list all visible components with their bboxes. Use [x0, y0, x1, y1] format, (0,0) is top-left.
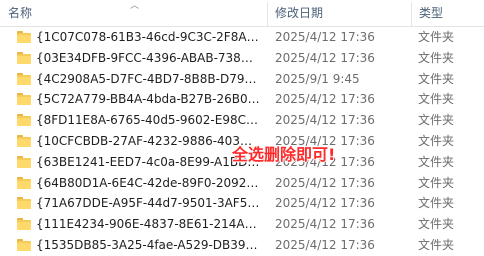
file-list-row[interactable]: {4C2908A5-D7FC-4BD7-8B8B-D795C... 2025/9/…	[0, 69, 484, 90]
file-list-row[interactable]: {64B80D1A-6E4C-42de-89F0-20921C... 2025/4…	[0, 173, 484, 194]
file-name: {64B80D1A-6E4C-42de-89F0-20921C...	[36, 175, 260, 190]
file-name: {4C2908A5-D7FC-4BD7-8B8B-D795C...	[36, 71, 260, 86]
modified-date: 2025/4/12 17:36	[275, 92, 375, 107]
file-list-row[interactable]: {1535DB85-3A25-4fae-A529-DB3905... 2025/4…	[0, 235, 484, 256]
file-type: 文件夹	[418, 196, 455, 211]
modified-date: 2025/4/12 17:36	[275, 237, 375, 252]
folder-icon	[17, 197, 31, 210]
file-type: 文件夹	[418, 217, 455, 232]
folder-icon	[17, 155, 31, 168]
file-type: 文件夹	[418, 175, 455, 190]
column-header-bar: ︿ 名称 修改日期 类型	[0, 0, 484, 27]
file-type: 文件夹	[418, 133, 455, 148]
column-header-date[interactable]: 修改日期	[275, 0, 323, 26]
file-name: {63BE1241-EED7-4c0a-8E99-A1BDDC...	[36, 154, 260, 169]
folder-icon	[17, 31, 31, 43]
file-name: {8FD11E8A-6765-40d5-9602-E98C801...	[36, 113, 260, 128]
column-header-name[interactable]: 名称	[8, 0, 32, 26]
folder-icon	[17, 176, 31, 189]
column-header-type[interactable]: 类型	[419, 0, 443, 26]
folder-icon	[17, 93, 31, 106]
file-name: {03E34DFB-9FCC-4396-ABAB-738CA8...	[36, 50, 260, 65]
file-list-row[interactable]: {111E4234-906E-4837-8E61-214A5FC... 2025/…	[0, 214, 484, 235]
folder-icon	[17, 134, 31, 147]
folder-icon	[17, 114, 31, 127]
annotation-text: 全选删除即可!	[232, 145, 336, 164]
file-list-row[interactable]: {03E34DFB-9FCC-4396-ABAB-738CA8... 2025/4…	[0, 48, 484, 69]
file-type: 文件夹	[418, 50, 455, 65]
file-name: {1535DB85-3A25-4fae-A529-DB3905...	[36, 237, 260, 252]
file-name: {111E4234-906E-4837-8E61-214A5FC...	[36, 217, 260, 232]
column-divider[interactable]	[267, 2, 268, 26]
file-list-row[interactable]: {1C07C078-61B3-46cd-9C3C-2F8AEE... 2025/4…	[0, 27, 484, 48]
file-type: 文件夹	[418, 71, 455, 86]
modified-date: 2025/4/12 17:36	[275, 30, 375, 44]
file-type: 文件夹	[418, 92, 455, 107]
folder-icon	[17, 51, 31, 64]
modified-date: 2025/4/12 17:36	[275, 196, 375, 211]
modified-date: 2025/4/12 17:36	[275, 175, 375, 190]
modified-date: 2025/4/12 17:36	[275, 217, 375, 232]
folder-icon	[17, 238, 31, 251]
sort-ascending-icon: ︿	[130, 1, 140, 11]
file-name: {71A67DDE-A95F-44d7-9501-3AF567...	[36, 196, 260, 211]
column-divider[interactable]	[411, 2, 412, 26]
modified-date: 2025/4/12 17:36	[275, 50, 375, 65]
folder-icon	[17, 218, 31, 231]
file-list-row[interactable]: {8FD11E8A-6765-40d5-9602-E98C801... 2025/…	[0, 110, 484, 131]
file-type: 文件夹	[418, 113, 455, 128]
file-name: {10CFCBDB-27AF-4232-9886-403D58...	[36, 133, 260, 148]
folder-icon	[17, 72, 31, 85]
modified-date: 2025/9/1 9:45	[275, 71, 360, 86]
file-list-row[interactable]: {71A67DDE-A95F-44d7-9501-3AF567... 2025/4…	[0, 193, 484, 214]
modified-date: 2025/4/12 17:36	[275, 113, 375, 128]
file-type: 文件夹	[418, 30, 455, 44]
file-type: 文件夹	[418, 154, 455, 169]
file-name: {5C72A779-BB4A-4bda-B27B-26B0D...	[36, 92, 260, 107]
file-name: {1C07C078-61B3-46cd-9C3C-2F8AEE...	[36, 30, 260, 44]
file-list-row[interactable]: {5C72A779-BB4A-4bda-B27B-26B0D... 2025/4/…	[0, 89, 484, 110]
file-type: 文件夹	[418, 237, 455, 252]
